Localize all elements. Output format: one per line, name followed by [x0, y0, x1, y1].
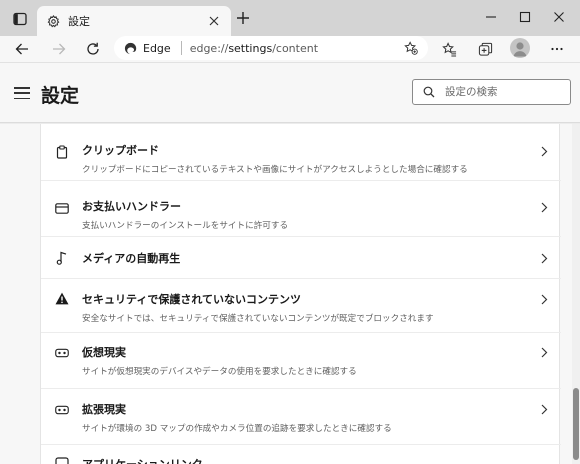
setting-description: サイトが仮想現実のデバイスやデータの使用を要求したときに確認する	[82, 367, 357, 377]
address-url[interactable]: edge://settings/content	[190, 42, 318, 55]
ar-headset-icon	[55, 403, 69, 417]
chevron-right-icon	[539, 145, 549, 157]
chevron-right-icon	[539, 252, 549, 264]
setting-description: クリップボードにコピーされているテキストや画像にサイトがアクセスしようとした場合…	[82, 165, 468, 175]
chevron-right-icon	[539, 201, 549, 213]
close-window-icon[interactable]	[546, 4, 572, 30]
setting-row-media-autoplay[interactable]: メディアの自動再生	[41, 237, 561, 279]
setting-title: 仮想現実	[82, 346, 126, 359]
address-separator	[180, 41, 182, 55]
setting-row-application-links[interactable]: アプリケーションリンク	[41, 445, 561, 464]
setting-title: お支払いハンドラー	[82, 200, 181, 213]
refresh-icon[interactable]	[80, 36, 106, 62]
credit-card-icon	[55, 201, 69, 215]
music-note-icon	[55, 251, 69, 265]
add-favorite-star-icon[interactable]	[402, 39, 420, 57]
url-suffix: /content	[272, 41, 319, 55]
minimize-icon[interactable]	[478, 4, 504, 30]
maximize-icon[interactable]	[512, 4, 538, 30]
favorites-icon[interactable]	[436, 36, 462, 62]
more-options-icon[interactable]	[544, 36, 570, 62]
setting-description: 支払いハンドラーのインストールをサイトに許可する	[82, 221, 289, 231]
setting-title: 拡張現実	[82, 403, 126, 416]
setting-row-virtual-reality[interactable]: 仮想現実 サイトが仮想現実のデバイスやデータの使用を要求したときに確認する	[41, 333, 561, 389]
address-bar[interactable]: Edge edge://settings/content	[114, 36, 428, 60]
title-bar: 設定	[0, 0, 580, 36]
chevron-right-icon	[539, 293, 549, 305]
tab-settings[interactable]: 設定	[37, 6, 231, 36]
app-link-icon	[55, 457, 69, 464]
setting-description: サイトが環境の 3D マップの作成やカメラ位置の追跡を要求したときに確認する	[82, 424, 392, 434]
setting-title: メディアの自動再生	[82, 252, 181, 265]
chevron-right-icon	[539, 403, 549, 415]
clipboard-icon	[55, 145, 69, 159]
settings-header: 設定	[0, 62, 580, 123]
tab-title: 設定	[68, 15, 90, 28]
site-permissions-card: クリップボード クリップボードにコピーされているテキストや画像にサイトがアクセス…	[40, 124, 561, 464]
search-icon	[423, 86, 435, 98]
setting-title: クリップボード	[82, 144, 159, 157]
warning-icon	[55, 291, 69, 305]
menu-hamburger-icon[interactable]	[14, 85, 30, 101]
settings-search-box[interactable]	[412, 79, 571, 105]
setting-title: アプリケーションリンク	[82, 456, 203, 464]
new-tab-icon[interactable]	[233, 8, 253, 28]
url-prefix: edge://	[189, 41, 229, 55]
url-main: settings	[228, 41, 273, 55]
collections-icon[interactable]	[472, 36, 498, 62]
address-site-label: Edge	[143, 41, 171, 55]
settings-content: クリップボード クリップボードにコピーされているテキストや画像にサイトがアクセス…	[0, 124, 580, 464]
setting-row-clipboard[interactable]: クリップボード クリップボードにコピーされているテキストや画像にサイトがアクセス…	[41, 125, 561, 181]
vr-headset-icon	[55, 346, 69, 360]
toolbar: Edge edge://settings/content	[0, 36, 580, 62]
close-tab-icon[interactable]	[207, 14, 221, 28]
scrollbar-thumb[interactable]	[573, 388, 579, 460]
setting-row-insecure-content[interactable]: セキュリティで保護されていないコンテンツ 安全なサイトでは、セキュリティで保護さ…	[41, 279, 561, 333]
profile-avatar[interactable]	[510, 38, 530, 58]
gear-icon	[47, 14, 60, 28]
search-input[interactable]	[445, 86, 563, 98]
back-arrow-icon[interactable]	[9, 36, 35, 62]
setting-description: 安全なサイトでは、セキュリティで保護されていないコンテンツが既定でブロックされま…	[82, 314, 434, 324]
setting-title: セキュリティで保護されていないコンテンツ	[82, 293, 302, 306]
tab-actions-icon[interactable]	[9, 9, 31, 29]
setting-row-augmented-reality[interactable]: 拡張現実 サイトが環境の 3D マップの作成やカメラ位置の追跡を要求したときに確…	[41, 389, 561, 445]
chevron-right-icon	[539, 346, 549, 358]
forward-arrow-icon[interactable]	[46, 36, 72, 62]
setting-row-payment-handler[interactable]: お支払いハンドラー 支払いハンドラーのインストールをサイトに許可する	[41, 181, 561, 237]
edge-logo-icon	[124, 42, 137, 55]
page-title: 設定	[41, 85, 80, 107]
